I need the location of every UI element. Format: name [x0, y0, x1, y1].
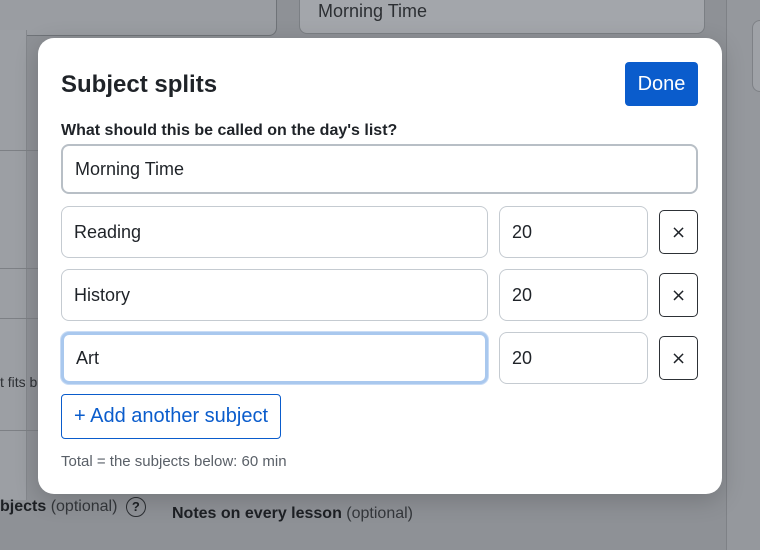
subject-row: × — [61, 269, 698, 321]
subject-splits-dialog: Subject splits Done What should this be … — [38, 38, 722, 494]
notes-optional-text: (optional) — [346, 505, 413, 522]
subjects-label-text: bjects — [0, 498, 47, 516]
subject-name-input[interactable] — [61, 332, 488, 384]
remove-subject-button[interactable]: × — [659, 336, 698, 380]
add-subject-button[interactable]: + Add another subject — [61, 394, 282, 439]
background-notes-label: Notes on every lesson (optional) — [172, 505, 413, 523]
background-divider — [0, 318, 40, 319]
close-icon: × — [670, 221, 687, 243]
subject-minutes-input[interactable] — [499, 332, 648, 384]
remove-subject-button[interactable]: × — [659, 273, 698, 317]
close-icon: × — [670, 284, 687, 306]
subject-row: × — [61, 332, 698, 384]
background-divider — [0, 268, 40, 269]
list-name-label: What should this be called on the day's … — [61, 122, 398, 139]
subject-name-input[interactable] — [61, 269, 488, 321]
done-button[interactable]: Done — [625, 62, 698, 106]
list-name-input[interactable] — [61, 144, 698, 194]
subject-row: × — [61, 206, 698, 258]
background-card — [0, 0, 277, 36]
subject-name-input[interactable] — [61, 206, 488, 258]
notes-label-text: Notes on every lesson — [172, 505, 342, 522]
background-partial-text: t fits b — [0, 374, 38, 390]
background-right-chip — [752, 20, 760, 92]
background-divider — [0, 430, 40, 431]
subject-minutes-input[interactable] — [499, 206, 648, 258]
subject-minutes-input[interactable] — [499, 269, 648, 321]
total-minutes-text: Total = the subjects below: 60 min — [61, 453, 287, 470]
remove-subject-button[interactable]: × — [659, 210, 698, 254]
background-list-name-input: Morning Time — [299, 0, 705, 34]
background-subjects-label: bjects (optional) ? — [0, 497, 146, 517]
help-icon: ? — [125, 497, 146, 517]
subjects-optional-text: (optional) — [50, 498, 118, 516]
background-divider — [0, 150, 40, 151]
dialog-title: Subject splits — [61, 71, 218, 98]
close-icon: × — [670, 347, 687, 369]
